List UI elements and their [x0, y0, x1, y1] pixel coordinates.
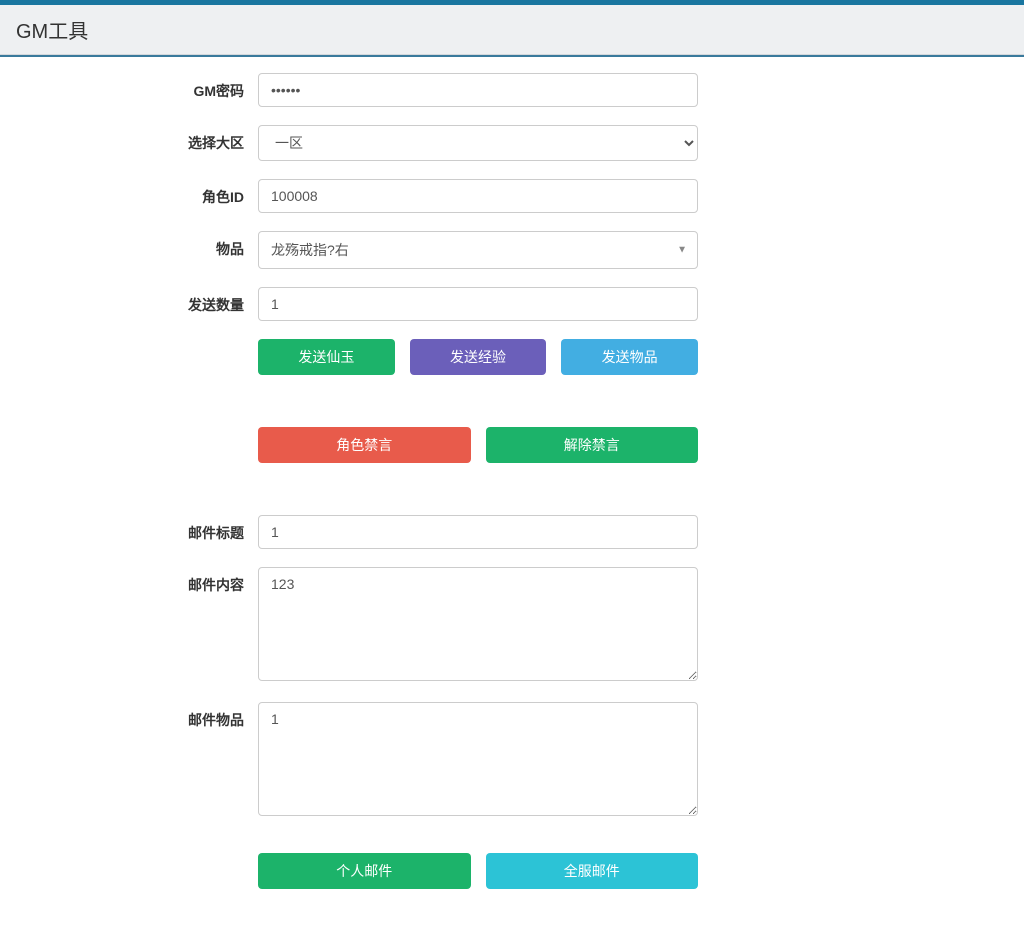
label-region: 选择大区	[158, 125, 258, 153]
form-container: GM密码 选择大区 一区 角色ID 物品 龙殇戒指?右 ▼ 发送数量	[152, 61, 872, 947]
label-send-qty: 发送数量	[158, 287, 258, 315]
label-mail-items: 邮件物品	[158, 702, 258, 730]
row-mail-title: 邮件标题	[158, 515, 866, 549]
label-mail-title: 邮件标题	[158, 515, 258, 543]
select-item-value: 龙殇戒指?右	[271, 242, 349, 258]
row-region: 选择大区 一区	[158, 125, 866, 161]
input-role-id[interactable]	[258, 179, 698, 213]
row-role-id: 角色ID	[158, 179, 866, 213]
caret-down-icon: ▼	[677, 245, 687, 256]
btn-send-item[interactable]: 发送物品	[561, 339, 698, 375]
select-item[interactable]: 龙殇戒指?右 ▼	[258, 231, 698, 269]
btn-personal-mail[interactable]: 个人邮件	[258, 853, 471, 889]
row-send-qty: 发送数量	[158, 287, 866, 321]
btn-role-mute[interactable]: 角色禁言	[258, 427, 471, 463]
input-gm-password[interactable]	[258, 73, 698, 107]
input-send-qty[interactable]	[258, 287, 698, 321]
btn-send-xianyu[interactable]: 发送仙玉	[258, 339, 395, 375]
btn-unmute[interactable]: 解除禁言	[486, 427, 699, 463]
button-row-mute: 角色禁言 解除禁言	[258, 427, 698, 463]
label-role-id: 角色ID	[158, 179, 258, 207]
page-title: GM工具	[16, 15, 1008, 44]
button-row-send: 发送仙玉 发送经验 发送物品	[258, 339, 698, 375]
textarea-mail-body[interactable]	[258, 567, 698, 681]
row-mail-body: 邮件内容	[158, 567, 866, 684]
input-mail-title[interactable]	[258, 515, 698, 549]
btn-server-mail[interactable]: 全服邮件	[486, 853, 699, 889]
row-mail-items: 邮件物品	[158, 702, 866, 819]
button-row-mail: 个人邮件 全服邮件	[258, 853, 698, 889]
row-gm-password: GM密码	[158, 73, 866, 107]
label-mail-body: 邮件内容	[158, 567, 258, 595]
label-gm-password: GM密码	[158, 73, 258, 101]
label-item: 物品	[158, 231, 258, 259]
row-item: 物品 龙殇戒指?右 ▼	[158, 231, 866, 269]
btn-send-exp[interactable]: 发送经验	[410, 339, 547, 375]
page-header: GM工具	[0, 5, 1024, 55]
select-region[interactable]: 一区	[258, 125, 698, 161]
textarea-mail-items[interactable]	[258, 702, 698, 816]
